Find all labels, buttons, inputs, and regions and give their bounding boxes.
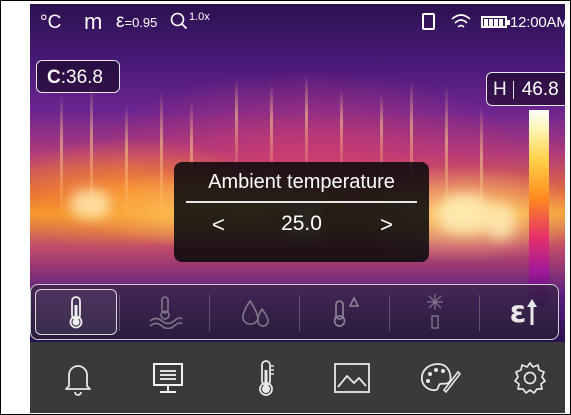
center-label: C xyxy=(47,67,61,88)
image-icon xyxy=(334,363,370,393)
increase-button[interactable]: > xyxy=(380,212,393,238)
humidity-icon xyxy=(242,299,269,327)
high-label: H xyxy=(493,79,507,100)
center-temperature-readout: C:36.8 xyxy=(36,60,120,93)
dialog-title: Ambient temperature xyxy=(208,171,395,193)
settings-icon xyxy=(514,362,546,394)
parameter-function-bar: ε xyxy=(30,284,559,340)
display-icon xyxy=(153,363,183,393)
ambient-temperature-dialog: Ambient temperature < 25.0 > xyxy=(174,162,429,262)
battery-icon xyxy=(481,16,510,28)
high-value: 46.8 xyxy=(521,79,559,100)
emissivity-readout: ε=0.95 xyxy=(116,11,157,33)
fn-ambient-temperature[interactable] xyxy=(124,289,206,335)
zoom-readout: 1.0x xyxy=(170,11,210,32)
status-bar: °C m ε=0.95 1.0x 12:00AM xyxy=(30,4,565,44)
dialog-divider xyxy=(186,201,417,203)
palette-icon xyxy=(421,363,462,394)
sd-card-icon xyxy=(422,13,435,30)
arrow-up-icon xyxy=(527,299,538,325)
thermometer-icon xyxy=(259,360,274,396)
menu-measure[interactable] xyxy=(244,356,288,400)
zoom-value: 1.0x xyxy=(189,11,210,23)
camera-screen: °C m ε=0.95 1.0x 12:00AM C:36.8 H 46.8 Am… xyxy=(30,4,565,413)
clock: 12:00AM xyxy=(510,14,565,31)
bell-icon xyxy=(65,365,91,396)
menu-settings[interactable] xyxy=(508,356,552,400)
magnifier-icon xyxy=(170,12,188,30)
emissivity-value: =0.95 xyxy=(124,15,158,30)
menu-alarm[interactable] xyxy=(56,356,100,400)
bottom-menu-bar xyxy=(30,342,565,413)
menu-image[interactable] xyxy=(330,356,374,400)
fn-thermometer[interactable] xyxy=(35,289,117,335)
thermometer-icon xyxy=(69,296,83,329)
center-value: :36.8 xyxy=(60,67,103,88)
temperature-color-scale xyxy=(529,110,549,306)
wifi-icon xyxy=(451,14,471,28)
temperature-unit: °C xyxy=(40,12,62,33)
fn-humidity[interactable] xyxy=(214,289,296,335)
menu-display[interactable] xyxy=(146,356,190,400)
fn-emissivity[interactable]: ε xyxy=(483,289,565,335)
emissivity-icon: ε xyxy=(509,294,527,330)
fn-reflected-temperature[interactable] xyxy=(394,289,476,335)
high-temperature-readout: H 46.8 xyxy=(486,72,565,106)
ambient-temperature-icon xyxy=(149,296,183,329)
delta-temperature-icon xyxy=(333,296,360,327)
fn-delta-temperature[interactable] xyxy=(304,289,386,335)
menu-palette[interactable] xyxy=(418,356,462,400)
measure-mode: m xyxy=(84,9,103,34)
reflected-temperature-icon xyxy=(427,294,443,329)
